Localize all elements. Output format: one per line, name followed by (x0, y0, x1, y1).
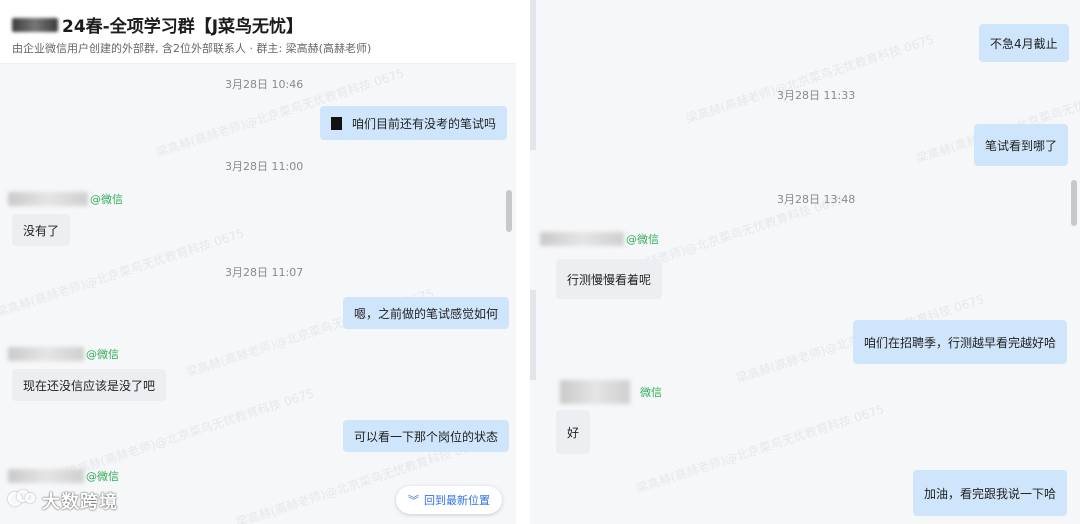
sender-name: @微信 (8, 191, 123, 207)
scrollbar-thumb[interactable] (506, 190, 512, 232)
brand-logo-text: 大数跨境 (42, 492, 118, 513)
watermark: 梁高赫(高赫老师)@北京菜鸟无忧教育科技 0675 (684, 32, 936, 126)
redacted-sender-name (8, 192, 88, 206)
wechat-tag: @微信 (626, 233, 659, 246)
chat-header: 24春-全项学习群【J菜鸟无忧】 由企业微信用户创建的外部群, 含2位外部联系人… (0, 0, 516, 64)
back-to-latest-label: 回到最新位置 (424, 494, 490, 507)
wechat-tag: @微信 (86, 470, 119, 483)
sender-name: @微信 (8, 346, 119, 362)
message-text: 不急4月截止 (990, 36, 1058, 51)
chat-title[interactable]: 24春-全项学习群【J菜鸟无忧】 (62, 12, 303, 37)
scrollbar-thumb[interactable] (1071, 180, 1077, 226)
chat-window-right: 梁高赫(高赫老师)@北京菜鸟无忧教育科技 0675 梁高赫(高赫老师)@北京菜鸟… (530, 0, 1080, 524)
message-bubble-outgoing[interactable]: 咱们目前还有没考的笔试吗 (320, 106, 508, 140)
message-bubble-incoming[interactable]: 没有了 (12, 214, 71, 246)
brand-logo-icon (8, 490, 40, 512)
message-text: 嗯，之前做的笔试感觉如何 (354, 306, 499, 321)
message-bubble-outgoing[interactable]: 不急4月截止 (979, 24, 1069, 62)
redacted-title-prefix (12, 17, 58, 32)
sender-name: @微信 (540, 231, 659, 247)
sender-name: 微信 (560, 380, 662, 404)
message-text: 好 (567, 425, 580, 440)
chat-subtitle: 由企业微信用户创建的外部群, 含2位外部联系人 · 群主: 梁高赫(高赫老师) (12, 42, 372, 55)
panel-separator (516, 0, 530, 524)
redacted-sender-name (8, 469, 84, 483)
message-bubble-incoming[interactable]: 行测慢慢看着呢 (556, 259, 663, 299)
message-text: 行测慢慢看着呢 (567, 272, 652, 287)
redacted-mark (331, 116, 342, 130)
timestamp: 3月28日 13:48 (777, 193, 856, 206)
timestamp: 3月28日 11:33 (777, 89, 856, 102)
message-text: 咱们目前还有没考的笔试吗 (352, 116, 497, 131)
wechat-tag: @微信 (86, 348, 119, 361)
brand-logo: 大数跨境 (8, 488, 118, 514)
timestamp: 3月28日 11:07 (225, 266, 304, 279)
double-chevron-down-icon: ︾ (408, 494, 419, 507)
wechat-tag: 微信 (640, 386, 662, 399)
message-text: 咱们在招聘季，行测越早看完越好哈 (864, 335, 1057, 350)
panel-edge (530, 290, 536, 380)
chat-title-row: 24春-全项学习群【J菜鸟无忧】 (12, 12, 303, 37)
timestamp: 3月28日 11:00 (225, 160, 304, 173)
redacted-sender-name (560, 380, 630, 404)
message-bubble-outgoing[interactable]: 咱们在招聘季，行测越早看完越好哈 (853, 320, 1068, 364)
redacted-sender-name (540, 232, 624, 246)
watermark: 梁高赫(高赫老师)@北京菜鸟无忧教育科技 0675 (634, 402, 886, 496)
redacted-sender-name (8, 347, 84, 361)
wechat-tag: @微信 (90, 193, 123, 206)
message-bubble-outgoing[interactable]: 笔试看到哪了 (974, 124, 1069, 166)
message-bubble-incoming[interactable]: 现在还没信应该是没了吧 (12, 369, 167, 401)
message-text: 现在还没信应该是没了吧 (23, 378, 156, 393)
message-text: 可以看一下那个岗位的状态 (354, 429, 499, 444)
message-text: 没有了 (23, 223, 60, 238)
message-bubble-outgoing[interactable]: 可以看一下那个岗位的状态 (343, 420, 510, 452)
message-bubble-incoming[interactable]: 好 (556, 410, 591, 454)
message-bubble-outgoing[interactable]: 加油，看完跟我说一下哈 (913, 470, 1068, 516)
sender-name: @微信 (8, 468, 119, 484)
message-text: 加油，看完跟我说一下哈 (924, 486, 1057, 501)
panel-edge (530, 0, 536, 150)
back-to-latest-button[interactable]: ︾ 回到最新位置 (396, 486, 502, 514)
message-bubble-outgoing[interactable]: 嗯，之前做的笔试感觉如何 (343, 297, 510, 329)
timestamp: 3月28日 10:46 (225, 78, 304, 91)
chat-window-left: 24春-全项学习群【J菜鸟无忧】 由企业微信用户创建的外部群, 含2位外部联系人… (0, 0, 516, 524)
message-text: 笔试看到哪了 (985, 138, 1058, 153)
